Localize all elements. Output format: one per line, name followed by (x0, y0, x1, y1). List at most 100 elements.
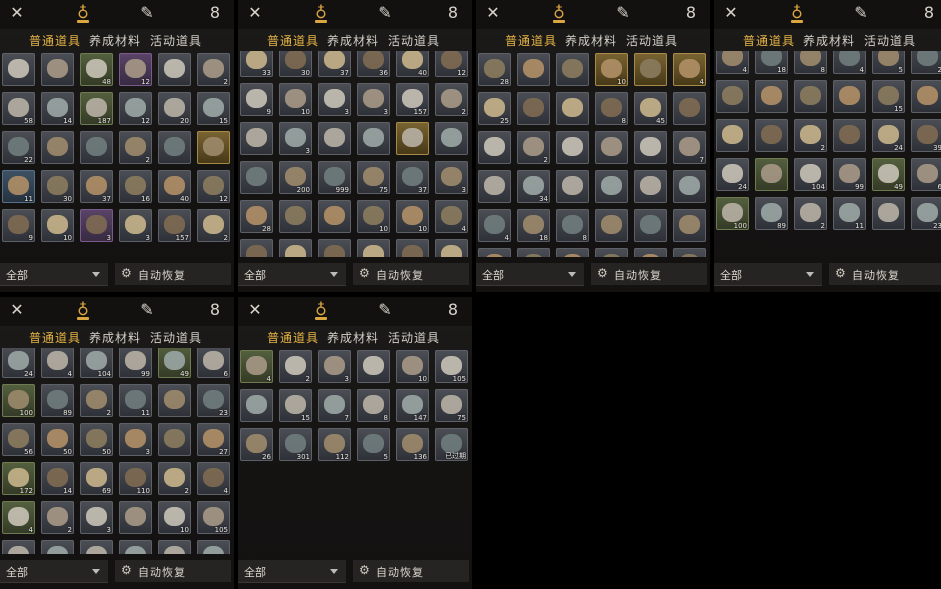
item-slot[interactable] (80, 131, 113, 164)
item-slot[interactable]: 9 (2, 209, 35, 242)
filter-dropdown[interactable]: 全部 (0, 560, 108, 583)
item-slot[interactable]: 147 (396, 389, 429, 422)
item-slot[interactable] (41, 53, 74, 86)
item-slot[interactable]: 22 (2, 131, 35, 164)
item-slot[interactable]: 34 (517, 170, 550, 203)
item-grid[interactable]: 24 4 104 99 49 6 100 89 2 11 23 56 50 50 3 27 172 14 69 110… (0, 348, 234, 554)
item-slot[interactable]: 3 (119, 209, 152, 242)
tab-2[interactable]: 活动道具 (388, 32, 440, 49)
item-slot[interactable]: 12 (119, 92, 152, 125)
item-slot[interactable] (396, 122, 429, 155)
item-slot[interactable]: 28 (240, 200, 273, 233)
item-slot[interactable]: 4 (673, 53, 706, 86)
item-slot[interactable]: 33 (240, 51, 273, 77)
item-slot[interactable] (634, 170, 667, 203)
tab-0[interactable]: 普通道具 (267, 329, 319, 346)
tab-1[interactable]: 养成材料 (89, 32, 141, 49)
item-slot[interactable]: 100 (716, 197, 749, 230)
crossed-swords-icon[interactable]: ✕ (246, 4, 264, 22)
tab-0[interactable]: 普通道具 (29, 329, 81, 346)
item-slot[interactable] (595, 131, 628, 164)
item-slot[interactable]: 30 (279, 51, 312, 77)
item-slot[interactable]: 8 (556, 209, 589, 242)
item-slot[interactable]: 999 (318, 161, 351, 194)
brush-icon[interactable]: ✎ (614, 4, 632, 22)
item-slot[interactable]: 4 (435, 200, 468, 233)
item-slot[interactable] (673, 92, 706, 125)
item-slot[interactable]: 49 (158, 348, 191, 378)
item-slot[interactable]: 12 (435, 51, 468, 77)
item-slot[interactable]: 75 (435, 389, 468, 422)
item-slot[interactable] (716, 80, 749, 113)
item-slot[interactable]: 187 (80, 92, 113, 125)
filter-dropdown[interactable]: 全部 (238, 560, 346, 583)
item-slot[interactable] (240, 389, 273, 422)
item-slot[interactable]: 24 (872, 119, 905, 152)
item-slot[interactable]: 3 (80, 501, 113, 534)
item-slot[interactable]: 28 (478, 53, 511, 86)
item-slot[interactable] (673, 170, 706, 203)
item-slot[interactable] (478, 248, 511, 257)
auto-restore-button[interactable]: ⚙ 自动恢复 (353, 560, 469, 582)
gourd-icon[interactable]: 8 (206, 4, 224, 22)
item-grid[interactable]: 4 2 3 10 105 15 7 8 147 75 26 301 112 5 136 已过期 (238, 348, 472, 554)
item-slot[interactable]: 10 (396, 350, 429, 383)
item-slot[interactable]: 104 (80, 348, 113, 378)
item-slot[interactable] (435, 239, 468, 257)
item-slot[interactable]: 105 (435, 350, 468, 383)
item-slot[interactable]: 18 (517, 209, 550, 242)
item-slot[interactable] (396, 239, 429, 257)
tab-1[interactable]: 养成材料 (327, 32, 379, 49)
item-slot[interactable] (673, 248, 706, 257)
tab-1[interactable]: 养成材料 (89, 329, 141, 346)
item-slot[interactable] (357, 350, 390, 383)
gourd-icon[interactable]: 8 (444, 301, 462, 319)
auto-restore-button[interactable]: ⚙ 自动恢复 (353, 263, 469, 285)
item-slot[interactable]: 75 (357, 161, 390, 194)
tab-1[interactable]: 养成材料 (327, 329, 379, 346)
item-slot[interactable] (634, 248, 667, 257)
item-grid[interactable]: 48 12 2 58 14 187 12 20 15 22 2 11 30 37 16 40 12 9 10 3 3 15… (0, 51, 234, 257)
item-slot[interactable]: 105 (197, 501, 230, 534)
item-slot[interactable]: 12 (119, 53, 152, 86)
item-slot[interactable] (2, 540, 35, 554)
item-slot[interactable]: 14 (41, 92, 74, 125)
tab-1[interactable]: 养成材料 (803, 32, 855, 49)
item-slot[interactable] (595, 209, 628, 242)
item-slot[interactable]: 9 (240, 83, 273, 116)
item-grid[interactable]: 28 10 4 25 8 45 2 7 34 4 18 8 (476, 51, 710, 257)
item-slot[interactable] (357, 239, 390, 257)
item-slot[interactable]: 16 (119, 170, 152, 203)
item-slot[interactable]: 157 (396, 83, 429, 116)
item-slot[interactable]: 2 (794, 119, 827, 152)
filter-dropdown[interactable]: 全部 (238, 263, 346, 286)
item-slot[interactable] (240, 122, 273, 155)
item-slot[interactable]: 10 (357, 200, 390, 233)
item-slot[interactable] (80, 540, 113, 554)
crossed-swords-icon[interactable]: ✕ (484, 4, 502, 22)
item-slot[interactable] (158, 384, 191, 417)
item-slot[interactable]: 26 (240, 428, 273, 461)
auto-restore-button[interactable]: ⚙ 自动恢复 (829, 263, 941, 285)
item-slot[interactable]: 23 (197, 384, 230, 417)
item-slot[interactable]: 4 (833, 51, 866, 74)
item-slot[interactable]: 50 (80, 423, 113, 456)
item-slot[interactable]: 4 (478, 209, 511, 242)
item-slot[interactable] (357, 122, 390, 155)
item-slot[interactable]: 110 (119, 462, 152, 495)
item-slot[interactable]: 7 (318, 389, 351, 422)
item-slot[interactable]: 58 (2, 92, 35, 125)
item-slot[interactable]: 7 (673, 131, 706, 164)
item-slot[interactable]: 100 (2, 384, 35, 417)
item-slot[interactable] (318, 122, 351, 155)
item-slot[interactable] (556, 92, 589, 125)
auto-restore-button[interactable]: ⚙ 自动恢复 (115, 560, 231, 582)
item-slot[interactable] (240, 161, 273, 194)
tab-2[interactable]: 活动道具 (150, 329, 202, 346)
item-slot[interactable]: 15 (197, 92, 230, 125)
item-slot[interactable]: 14 (41, 462, 74, 495)
item-slot[interactable]: 4 (240, 350, 273, 383)
item-slot[interactable]: 10 (279, 83, 312, 116)
filter-dropdown[interactable]: 全部 (714, 263, 822, 286)
auto-restore-button[interactable]: ⚙ 自动恢复 (115, 263, 231, 285)
